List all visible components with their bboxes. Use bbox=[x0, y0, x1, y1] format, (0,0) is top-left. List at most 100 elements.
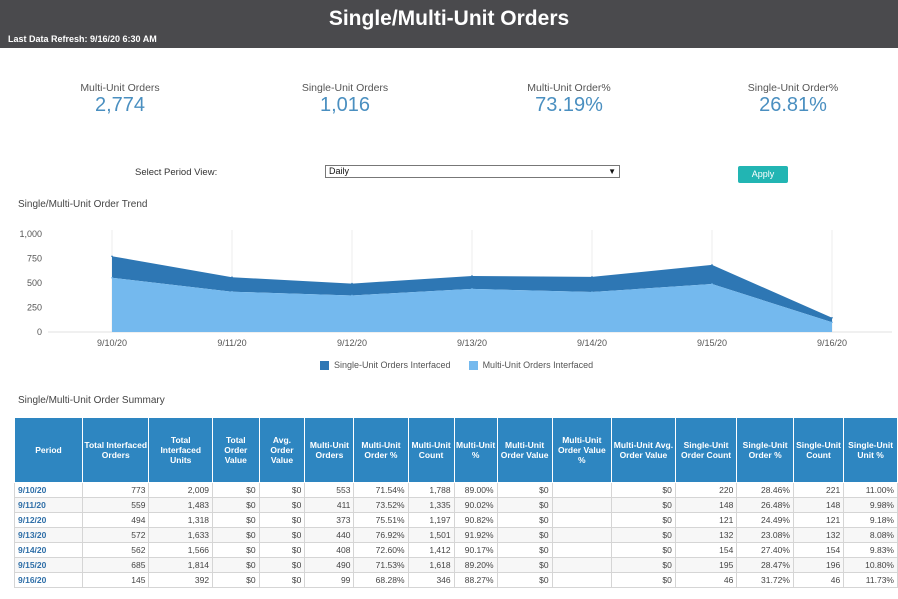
column-header[interactable]: Total Interfaced Units bbox=[148, 417, 214, 483]
table-cell: $0 bbox=[496, 542, 553, 558]
period-link[interactable]: 9/15/20 bbox=[14, 557, 83, 573]
kpi-label: Multi-Unit Orders bbox=[80, 82, 160, 94]
period-link[interactable]: 9/11/20 bbox=[14, 497, 83, 513]
page-header: Single/Multi-Unit Orders Last Data Refre… bbox=[0, 0, 898, 48]
column-header[interactable]: Single-Unit Count bbox=[792, 417, 845, 483]
data-point-single bbox=[231, 276, 233, 279]
table-cell: 685 bbox=[81, 557, 150, 573]
table-cell bbox=[551, 527, 613, 543]
table-cell: 148 bbox=[792, 497, 845, 513]
summary-table: Period Total Interfaced Orders Total Inter… bbox=[14, 417, 898, 588]
table-cell: $0 bbox=[496, 557, 553, 573]
column-header[interactable]: Multi-Unit Order % bbox=[353, 417, 409, 483]
chevron-down-icon: ▼ bbox=[608, 167, 616, 176]
trend-section-title: Single/Multi-Unit Order Trend bbox=[18, 199, 148, 210]
period-link[interactable]: 9/10/20 bbox=[14, 482, 83, 498]
table-cell: $0 bbox=[496, 512, 553, 528]
table-cell: 90.82% bbox=[453, 512, 498, 528]
period-view-label: Select Period View: bbox=[135, 167, 218, 178]
table-cell: 145 bbox=[81, 572, 150, 588]
table-cell: 71.54% bbox=[353, 482, 409, 498]
table-cell: 392 bbox=[148, 572, 214, 588]
summary-section-title: Single/Multi-Unit Order Summary bbox=[18, 395, 165, 406]
table-cell: $0 bbox=[212, 512, 260, 528]
period-view-value: Daily bbox=[329, 166, 350, 176]
column-header[interactable]: Total Interfaced Orders bbox=[81, 417, 150, 483]
table-cell: $0 bbox=[496, 572, 553, 588]
table-cell: 1,633 bbox=[148, 527, 214, 543]
x-tick-label: 9/14/20 bbox=[577, 338, 607, 348]
table-cell: 1,412 bbox=[407, 542, 455, 558]
table-cell: $0 bbox=[258, 497, 306, 513]
table-cell: 99 bbox=[304, 572, 355, 588]
period-link[interactable]: 9/14/20 bbox=[14, 542, 83, 558]
table-cell: 8.08% bbox=[843, 527, 898, 543]
kpi-label: Multi-Unit Order% bbox=[527, 82, 611, 94]
data-point-single bbox=[351, 282, 353, 285]
column-header[interactable]: Single-Unit Order Count bbox=[674, 417, 738, 483]
table-cell: 46 bbox=[792, 572, 845, 588]
legend-swatch bbox=[468, 360, 478, 370]
column-header[interactable]: Single-Unit Order % bbox=[736, 417, 794, 483]
legend-item-multi[interactable]: Multi-Unit Orders Interfaced bbox=[468, 360, 593, 370]
table-cell: $0 bbox=[258, 527, 306, 543]
table-header-row: Period Total Interfaced Orders Total Inter… bbox=[14, 417, 898, 483]
column-header[interactable]: Multi-Unit Avg. Order Value bbox=[611, 417, 676, 483]
data-point-single bbox=[471, 275, 473, 277]
column-header[interactable]: Total Order Value bbox=[212, 417, 260, 483]
y-tick-label: 750 bbox=[27, 254, 42, 264]
data-point-multi bbox=[111, 277, 113, 279]
table-cell: $0 bbox=[212, 557, 260, 573]
y-tick-label: 250 bbox=[27, 303, 42, 313]
x-tick-label: 9/11/20 bbox=[217, 338, 246, 348]
legend-item-single[interactable]: Single-Unit Orders Interfaced bbox=[320, 360, 451, 370]
table-cell: $0 bbox=[611, 572, 676, 588]
table-cell: 89.00% bbox=[453, 482, 498, 498]
table-cell: 220 bbox=[674, 482, 738, 498]
trend-chart: 0 250 500 750 1,000 9/10/20 9/11/20 9/12/20 9/13… bbox=[19, 229, 892, 348]
kpi-single-unit-orders: Single-Unit Orders 1,016 bbox=[270, 82, 420, 116]
column-header[interactable]: Avg. Order Value bbox=[258, 417, 306, 483]
table-cell: 195 bbox=[674, 557, 738, 573]
legend-label: Single-Unit Orders Interfaced bbox=[334, 360, 451, 370]
kpi-single-unit-order-pct: Single-Unit Order% 26.81% bbox=[718, 82, 868, 116]
table-cell: 1,814 bbox=[148, 557, 214, 573]
table-cell: 24.49% bbox=[736, 512, 794, 528]
table-cell bbox=[551, 572, 613, 588]
column-header[interactable]: Multi-Unit Order Value % bbox=[551, 417, 613, 483]
table-cell: 121 bbox=[674, 512, 738, 528]
data-point-multi bbox=[351, 294, 353, 297]
period-view-select[interactable]: Daily ▼ bbox=[325, 165, 620, 178]
table-cell: 121 bbox=[792, 512, 845, 528]
table-cell bbox=[551, 482, 613, 498]
column-header[interactable]: Single-Unit Unit % bbox=[843, 417, 898, 483]
table-cell: 27.40% bbox=[736, 542, 794, 558]
apply-button[interactable]: Apply bbox=[738, 166, 788, 183]
table-cell: 75.51% bbox=[353, 512, 409, 528]
table-cell: 221 bbox=[792, 482, 845, 498]
column-header[interactable]: Period bbox=[14, 417, 83, 483]
period-link[interactable]: 9/13/20 bbox=[14, 527, 83, 543]
table-cell: 559 bbox=[81, 497, 150, 513]
period-link[interactable]: 9/16/20 bbox=[14, 572, 83, 588]
column-header[interactable]: Multi-Unit % bbox=[453, 417, 498, 483]
column-header[interactable]: Multi-Unit Order Value bbox=[496, 417, 553, 483]
page-title: Single/Multi-Unit Orders bbox=[328, 7, 570, 30]
table-cell: 90.02% bbox=[453, 497, 498, 513]
data-point-multi bbox=[831, 321, 833, 324]
table-row: 9/14/20 562 1,566 $0 $0 408 72.60% 1,412 90.17% $… bbox=[14, 542, 898, 558]
table-cell: 28.47% bbox=[736, 557, 794, 573]
table-cell: 132 bbox=[792, 527, 845, 543]
table-cell: 28.46% bbox=[736, 482, 794, 498]
data-point-single bbox=[111, 255, 113, 258]
last-refresh-text: Last Data Refresh: 9/16/20 6:30 AM bbox=[8, 34, 157, 44]
data-point-multi bbox=[231, 290, 233, 293]
table-cell: 89.20% bbox=[453, 557, 498, 573]
column-header[interactable]: Multi-Unit Count bbox=[407, 417, 455, 483]
data-point-multi bbox=[591, 291, 593, 293]
column-header[interactable]: Multi-Unit Orders bbox=[304, 417, 355, 483]
table-cell: 373 bbox=[304, 512, 355, 528]
table-cell: 196 bbox=[792, 557, 845, 573]
period-link[interactable]: 9/12/20 bbox=[14, 512, 83, 528]
table-cell: 46 bbox=[674, 572, 738, 588]
